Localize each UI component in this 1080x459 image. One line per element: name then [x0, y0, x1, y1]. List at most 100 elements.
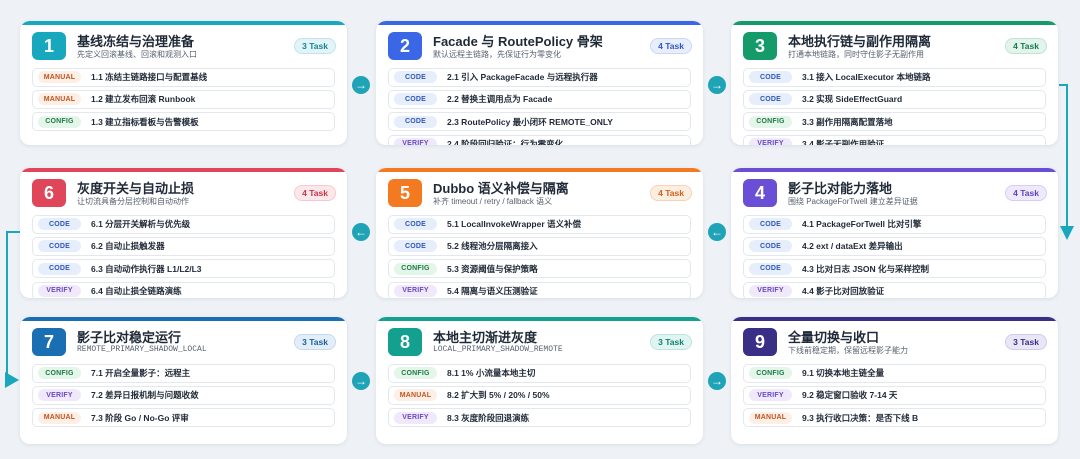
task-label: 7.1 开启全量影子：远程主 — [91, 368, 191, 379]
task-count-badge: 3 Task — [294, 334, 336, 350]
task-row[interactable]: VERIFY 5.4 隔离与语义压测验证 — [388, 281, 691, 298]
phase-number-badge: 8 — [388, 328, 422, 356]
task-row[interactable]: CODE 4.3 比对日志 JSON 化与采样控制 — [743, 259, 1046, 278]
task-type-tag: MANUAL — [38, 411, 81, 424]
task-type-tag: CONFIG — [38, 367, 81, 380]
task-row[interactable]: MANUAL 1.1 冻结主链路接口与配置基线 — [32, 68, 335, 87]
task-list: CODE 2.1 引入 PackageFacade 与远程执行器 CODE 2.2 替… — [388, 68, 691, 145]
task-row[interactable]: VERIFY 7.2 差异日报机制与问题收敛 — [32, 386, 335, 405]
phase-subtitle: 打通本地链路，同时守住影子无副作用 — [788, 50, 924, 59]
task-row[interactable]: VERIFY 6.4 自动止损全链路演练 — [32, 281, 335, 298]
task-label: 1.1 冻结主链路接口与配置基线 — [91, 72, 208, 83]
phase-subtitle: 围绕 PackageForTwell 建立差异证据 — [788, 197, 918, 206]
task-type-tag: CODE — [394, 93, 437, 106]
task-label: 5.3 资源阈值与保护策略 — [447, 263, 538, 274]
task-row[interactable]: CONFIG 1.3 建立指标看板与告警模板 — [32, 112, 335, 131]
phase-accent-bar — [731, 168, 1058, 172]
task-type-tag: CONFIG — [394, 367, 437, 380]
task-count-badge: 4 Task — [650, 185, 692, 201]
task-type-tag: CODE — [394, 71, 437, 84]
connector-6-to-7-top — [6, 231, 20, 233]
task-list: CONFIG 8.1 1% 小流量本地主切 MANUAL 8.2 扩大到 5% / 2… — [388, 364, 691, 431]
task-label: 4.1 PackageForTwell 比对引擎 — [802, 219, 922, 230]
connector-6-to-7-arrowhead — [5, 372, 19, 388]
task-list: CODE 6.1 分层开关解析与优先级 CODE 6.2 自动止损触发器 CODE 6.3… — [32, 215, 335, 298]
task-type-tag: CODE — [38, 218, 81, 231]
task-row[interactable]: CODE 4.2 ext / dataExt 差异输出 — [743, 237, 1046, 256]
task-count-badge: 3 Task — [294, 38, 336, 54]
task-label: 5.1 LocalInvokeWrapper 语义补偿 — [447, 219, 581, 230]
task-label: 8.3 灰度阶段回退演练 — [447, 412, 530, 423]
task-count-badge: 4 Task — [1005, 185, 1047, 201]
task-label: 3.4 影子无副作用验证 — [802, 138, 885, 145]
phase-accent-bar — [20, 317, 347, 321]
task-type-tag: CODE — [394, 240, 437, 253]
task-row[interactable]: CONFIG 3.3 副作用隔离配置落地 — [743, 112, 1046, 131]
task-label: 9.1 切换本地主链全量 — [802, 368, 885, 379]
phase-subtitle: 下线前稳定期，保留远程影子能力 — [788, 346, 908, 355]
task-row[interactable]: CODE 5.2 线程池分层隔离接入 — [388, 237, 691, 256]
arrow-2-to-3-icon: → — [708, 76, 726, 94]
task-row[interactable]: CODE 5.1 LocalInvokeWrapper 语义补偿 — [388, 215, 691, 234]
phase-subtitle: 先定义回滚基线、回滚和观测入口 — [77, 50, 197, 59]
task-row[interactable]: CODE 4.1 PackageForTwell 比对引擎 — [743, 215, 1046, 234]
arrow-4-to-5-icon: ← — [708, 223, 726, 241]
task-type-tag: VERIFY — [749, 284, 792, 297]
task-row[interactable]: MANUAL 9.3 执行收口决策：是否下线 B — [743, 408, 1046, 427]
task-type-tag: VERIFY — [394, 411, 437, 424]
task-label: 3.1 接入 LocalExecutor 本地链路 — [802, 72, 931, 83]
phase-card-7: 7 影子比对稳定运行 REMOTE_PRIMARY_SHADOW_LOCAL 3 Ta… — [20, 317, 347, 444]
task-row[interactable]: CODE 3.1 接入 LocalExecutor 本地链路 — [743, 68, 1046, 87]
task-row[interactable]: VERIFY 3.4 影子无副作用验证 — [743, 134, 1046, 145]
task-type-tag: CONFIG — [749, 115, 792, 128]
task-row[interactable]: MANUAL 7.3 阶段 Go / No-Go 评审 — [32, 408, 335, 427]
task-count-badge: 3 Task — [650, 334, 692, 350]
phase-subtitle: 补齐 timeout / retry / fallback 语义 — [433, 197, 553, 206]
task-label: 5.4 隔离与语义压测验证 — [447, 285, 538, 296]
task-count-badge: 3 Task — [1005, 334, 1047, 350]
phase-number-badge: 9 — [743, 328, 777, 356]
task-type-tag: CODE — [38, 262, 81, 275]
phase-subtitle: LOCAL_PRIMARY_SHADOW_REMOTE — [433, 345, 563, 354]
task-list: CONFIG 9.1 切换本地主链全量 VERIFY 9.2 稳定窗口验收 7-14 … — [743, 364, 1046, 431]
task-row[interactable]: CODE 6.2 自动止损触发器 — [32, 237, 335, 256]
task-row[interactable]: VERIFY 4.4 影子比对回放验证 — [743, 281, 1046, 298]
task-label: 9.2 稳定窗口验收 7-14 天 — [802, 390, 898, 401]
task-label: 6.3 自动动作执行器 L1/L2/L3 — [91, 263, 202, 274]
task-row[interactable]: CONFIG 9.1 切换本地主链全量 — [743, 364, 1046, 383]
arrow-1-to-2-icon: → — [352, 76, 370, 94]
phase-accent-bar — [376, 317, 703, 321]
task-row[interactable]: CONFIG 7.1 开启全量影子：远程主 — [32, 364, 335, 383]
phase-card-5: 5 Dubbo 语义补偿与隔离 补齐 timeout / retry / fallb… — [376, 168, 703, 298]
phase-accent-bar — [20, 21, 347, 25]
task-row[interactable]: CODE 2.3 RoutePolicy 最小闭环 REMOTE_ONLY — [388, 112, 691, 131]
connector-3-to-4-vertical — [1066, 84, 1068, 232]
phase-accent-bar — [731, 21, 1058, 25]
task-row[interactable]: CODE 3.2 实现 SideEffectGuard — [743, 90, 1046, 109]
phase-title: 影子比对稳定运行 — [77, 330, 182, 345]
task-type-tag: VERIFY — [394, 137, 437, 145]
phase-number-badge: 3 — [743, 32, 777, 60]
task-type-tag: CONFIG — [38, 115, 81, 128]
task-row[interactable]: CONFIG 8.1 1% 小流量本地主切 — [388, 364, 691, 383]
task-type-tag: VERIFY — [38, 284, 81, 297]
task-row[interactable]: VERIFY 9.2 稳定窗口验收 7-14 天 — [743, 386, 1046, 405]
task-row[interactable]: VERIFY 8.3 灰度阶段回退演练 — [388, 408, 691, 427]
phase-number-badge: 2 — [388, 32, 422, 60]
phase-subtitle: REMOTE_PRIMARY_SHADOW_LOCAL — [77, 345, 207, 354]
task-row[interactable]: CONFIG 5.3 资源阈值与保护策略 — [388, 259, 691, 278]
task-type-tag: CODE — [749, 93, 792, 106]
task-row[interactable]: CODE 6.3 自动动作执行器 L1/L2/L3 — [32, 259, 335, 278]
task-row[interactable]: CODE 2.2 替换主调用点为 Facade — [388, 90, 691, 109]
phase-card-2: 2 Facade 与 RoutePolicy 骨架 默认远程主链路，先保证行为零变化… — [376, 21, 703, 145]
task-row[interactable]: MANUAL 1.2 建立发布回滚 Runbook — [32, 90, 335, 109]
task-row[interactable]: VERIFY 2.4 阶段回归验证：行为零变化 — [388, 134, 691, 145]
task-count-badge: 4 Task — [294, 185, 336, 201]
task-label: 9.3 执行收口决策：是否下线 B — [802, 412, 919, 423]
task-type-tag: MANUAL — [38, 71, 81, 84]
task-label: 2.1 引入 PackageFacade 与远程执行器 — [447, 72, 598, 83]
task-row[interactable]: MANUAL 8.2 扩大到 5% / 20% / 50% — [388, 386, 691, 405]
task-list: CODE 4.1 PackageForTwell 比对引擎 CODE 4.2 ext … — [743, 215, 1046, 298]
task-row[interactable]: CODE 6.1 分层开关解析与优先级 — [32, 215, 335, 234]
task-row[interactable]: CODE 2.1 引入 PackageFacade 与远程执行器 — [388, 68, 691, 87]
